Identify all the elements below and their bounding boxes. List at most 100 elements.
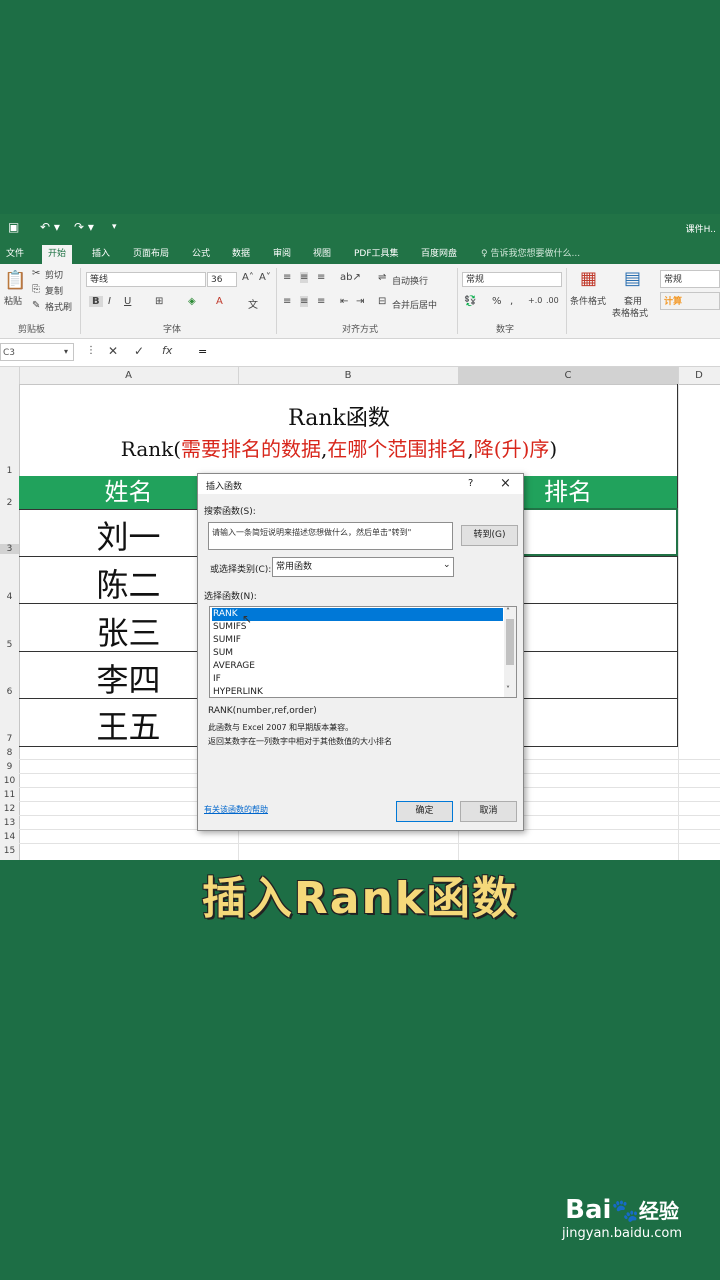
format-painter-button[interactable]: 格式刷 — [45, 300, 72, 313]
currency-icon[interactable]: 💱 — [464, 296, 476, 307]
wrap-text-icon[interactable]: ⇌ — [378, 272, 386, 283]
align-right-icon[interactable]: ≡ — [317, 296, 325, 307]
category-select[interactable]: 常用函数 — [272, 557, 454, 577]
row-header[interactable]: 5 — [0, 640, 19, 650]
column-header-c[interactable]: C — [458, 367, 679, 384]
function-list[interactable]: RANK SUMIFS SUMIF SUM AVERAGE IF HYPERLI… — [209, 606, 517, 698]
paste-icon[interactable]: 📋 — [4, 270, 26, 291]
bold-icon[interactable]: B — [89, 296, 103, 307]
font-name-select[interactable]: 等线 — [86, 272, 206, 287]
scrollbar-thumb[interactable] — [506, 619, 514, 665]
row-header[interactable]: 12 — [0, 804, 19, 814]
list-item[interactable]: SUMIF — [212, 634, 503, 647]
style-normal[interactable]: 常规 — [660, 270, 720, 288]
column-header-d[interactable]: D — [678, 367, 720, 384]
wrap-text-button[interactable]: 自动换行 — [392, 274, 428, 287]
formula-input[interactable]: = — [198, 345, 207, 358]
cut-icon[interactable]: ✂ — [32, 268, 40, 279]
cut-button[interactable]: 剪切 — [45, 268, 63, 281]
row-header[interactable]: 10 — [0, 776, 19, 786]
align-middle-icon[interactable]: ≡ — [300, 272, 309, 283]
tab-view[interactable]: 视图 — [313, 245, 331, 264]
row-header[interactable]: 7 — [0, 734, 19, 744]
list-item[interactable]: AVERAGE — [212, 660, 503, 673]
column-header-a[interactable]: A — [19, 367, 239, 384]
redo-icon[interactable]: ↷ ▾ — [74, 220, 94, 234]
row-header[interactable]: 9 — [0, 762, 19, 772]
cancel-icon[interactable]: ✕ — [108, 344, 118, 358]
border-icon[interactable]: ⊞ — [155, 296, 163, 307]
increase-decimal-icon[interactable]: +.0 — [528, 296, 542, 305]
list-scrollbar[interactable]: ˄ ˅ — [504, 607, 516, 697]
font-size-select[interactable]: 36 — [207, 272, 237, 287]
list-item[interactable]: RANK — [212, 608, 503, 621]
copy-icon[interactable]: ⎘ — [32, 284, 40, 295]
tab-file[interactable]: 文件 — [6, 245, 24, 264]
name-box[interactable]: C3 — [0, 343, 74, 361]
merge-center-button[interactable]: 合并后居中 — [392, 298, 437, 311]
percent-icon[interactable]: % — [492, 296, 502, 307]
decrease-decimal-icon[interactable]: .00 — [546, 296, 559, 305]
list-item[interactable]: SUMIFS — [212, 621, 503, 634]
enter-icon[interactable]: ✓ — [134, 344, 144, 358]
font-color-icon[interactable]: A — [216, 296, 223, 307]
row-header[interactable]: 4 — [0, 592, 19, 602]
merge-icon[interactable]: ⊟ — [378, 296, 386, 307]
name-box-dropdown-icon[interactable]: ▾ — [64, 347, 68, 356]
align-bottom-icon[interactable]: ≡ — [317, 272, 325, 283]
tell-me-box[interactable]: ♀ 告诉我您想要做什么... — [481, 245, 580, 264]
fill-color-icon[interactable]: ◈ — [188, 296, 196, 307]
row-header[interactable]: 2 — [0, 498, 19, 508]
tab-data[interactable]: 数据 — [232, 245, 250, 264]
select-all-corner[interactable] — [0, 367, 20, 384]
number-format-select[interactable]: 常规 — [462, 272, 562, 287]
row-header[interactable]: 6 — [0, 687, 19, 697]
conditional-format-icon[interactable]: ▦ — [580, 268, 597, 289]
orientation-icon[interactable]: ab↗ — [340, 272, 361, 283]
table-format-button-line2[interactable]: 表格格式 — [612, 306, 648, 319]
conditional-format-button[interactable]: 条件格式 — [570, 294, 606, 307]
go-button[interactable]: 转到(G) — [461, 525, 518, 546]
tab-pdf-tools[interactable]: PDF工具集 — [354, 245, 399, 264]
ok-button[interactable]: 确定 — [396, 801, 453, 822]
align-center-icon[interactable]: ≡ — [300, 296, 309, 307]
scroll-down-icon[interactable]: ˅ — [506, 685, 510, 694]
row-header[interactable]: 8 — [0, 748, 19, 758]
row-header[interactable]: 1 — [0, 466, 19, 476]
close-icon[interactable]: × — [500, 476, 511, 491]
row-header[interactable]: 15 — [0, 846, 19, 856]
save-icon[interactable]: ▣ — [8, 220, 19, 234]
tab-home[interactable]: 开始 — [42, 245, 73, 264]
increase-font-icon[interactable]: A˄ — [242, 272, 254, 283]
underline-icon[interactable]: U — [124, 296, 131, 307]
copy-button[interactable]: 复制 — [45, 284, 63, 297]
cancel-button[interactable]: 取消 — [460, 801, 517, 822]
decrease-indent-icon[interactable]: ⇤ — [340, 296, 348, 307]
tab-page-layout[interactable]: 页面布局 — [133, 245, 169, 264]
undo-icon[interactable]: ↶ ▾ — [40, 220, 60, 234]
customize-toolbar-icon[interactable]: ▾ — [112, 222, 117, 232]
phonetic-icon[interactable]: 文 — [248, 296, 258, 311]
chevron-down-icon[interactable]: ⌄ — [443, 560, 451, 570]
align-left-icon[interactable]: ≡ — [283, 296, 291, 307]
list-item[interactable]: IF — [212, 673, 503, 686]
tab-review[interactable]: 审阅 — [273, 245, 291, 264]
decrease-font-icon[interactable]: A˅ — [259, 272, 271, 283]
table-format-icon[interactable]: ▤ — [624, 268, 641, 289]
function-help-link[interactable]: 有关该函数的帮助 — [204, 804, 268, 815]
column-header-b[interactable]: B — [238, 367, 459, 384]
comma-icon[interactable]: , — [510, 296, 513, 307]
search-function-input[interactable]: 请输入一条简短说明来描述您想做什么，然后单击"转到" — [208, 522, 453, 550]
row-header[interactable]: 14 — [0, 832, 19, 842]
scroll-up-icon[interactable]: ˄ — [506, 607, 510, 616]
row-header[interactable]: 13 — [0, 818, 19, 828]
list-item[interactable]: SUM — [212, 647, 503, 660]
format-painter-icon[interactable]: ✎ — [32, 300, 40, 311]
tab-insert[interactable]: 插入 — [92, 245, 110, 264]
list-item[interactable]: HYPERLINK — [212, 686, 503, 699]
align-top-icon[interactable]: ≡ — [283, 272, 291, 283]
increase-indent-icon[interactable]: ⇥ — [356, 296, 364, 307]
row-header[interactable]: 3 — [0, 544, 19, 554]
tab-formulas[interactable]: 公式 — [192, 245, 210, 264]
style-calculation[interactable]: 计算 — [660, 292, 720, 310]
